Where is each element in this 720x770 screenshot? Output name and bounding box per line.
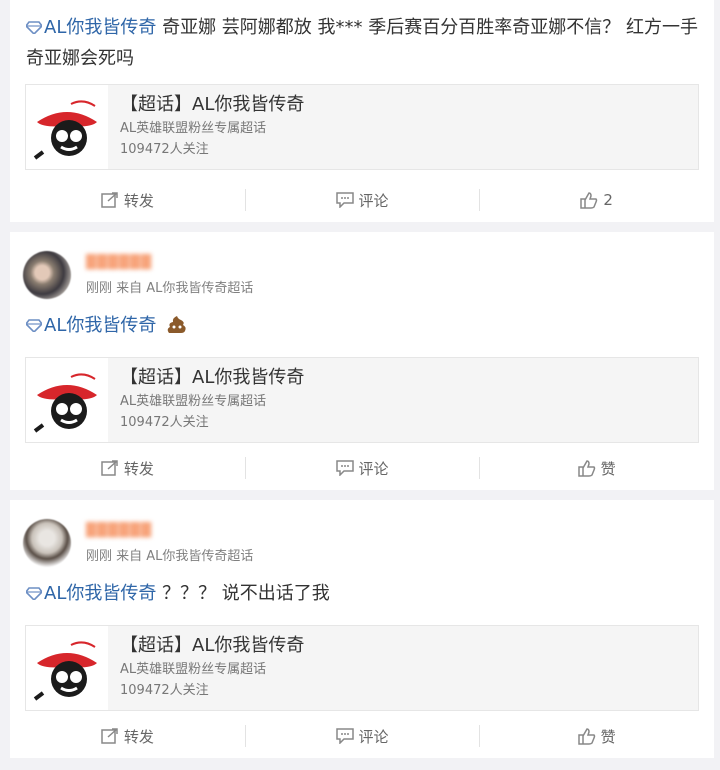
card-title: 【超话】AL你我皆传奇 bbox=[120, 94, 305, 115]
username[interactable]: ██████ bbox=[86, 523, 152, 539]
action-bar: 转发 评论 赞 bbox=[10, 446, 714, 490]
topic-link[interactable]: AL你我皆传奇 bbox=[26, 17, 156, 38]
card-desc: AL英雄联盟粉丝专属超话 bbox=[120, 662, 267, 677]
poop-icon bbox=[167, 316, 186, 333]
card-followers: 109472人关注 bbox=[120, 415, 209, 430]
repost-icon bbox=[101, 460, 118, 476]
like-button[interactable]: 赞 bbox=[479, 714, 714, 758]
card-followers: 109472人关注 bbox=[120, 142, 209, 157]
topic-logo bbox=[26, 626, 108, 710]
post-text: AL你我皆传奇 奇亚娜 芸阿娜都放 我*** 季后赛百分百胜率奇亚娜不信？ 红方… bbox=[26, 17, 698, 69]
feed-post: ██████ 刚刚 来自 AL你我皆传奇超话 AL你我皆传奇 ？？？ 说不出话了… bbox=[10, 500, 714, 758]
topic-logo bbox=[26, 358, 108, 442]
like-button[interactable]: 2 bbox=[479, 178, 714, 222]
feed-post: ██████ 刚刚 来自 AL你我皆传奇超话 AL你我皆传奇 【超话】AL你我皆… bbox=[10, 232, 714, 490]
action-bar: 转发 评论 赞 bbox=[10, 714, 714, 758]
comment-icon bbox=[335, 460, 354, 476]
feed-post: AL你我皆传奇 奇亚娜 芸阿娜都放 我*** 季后赛百分百胜率奇亚娜不信？ 红方… bbox=[10, 0, 714, 222]
post-text: AL你我皆传奇 ？？？ 说不出话了我 bbox=[10, 578, 714, 610]
diamond-icon bbox=[26, 319, 42, 332]
card-title: 【超话】AL你我皆传奇 bbox=[120, 367, 305, 388]
diamond-icon bbox=[26, 21, 42, 34]
card-desc: AL英雄联盟粉丝专属超话 bbox=[120, 394, 267, 409]
post-meta: 刚刚 来自 AL你我皆传奇超话 bbox=[86, 281, 254, 296]
post-text: AL你我皆传奇 bbox=[10, 310, 714, 342]
card-followers: 109472人关注 bbox=[120, 683, 209, 698]
repost-icon bbox=[101, 192, 118, 208]
topic-link[interactable]: AL你我皆传奇 bbox=[26, 583, 156, 604]
thumbs-up-icon bbox=[577, 459, 595, 477]
username[interactable]: ██████ bbox=[86, 255, 152, 271]
repost-button[interactable]: 转发 bbox=[10, 446, 245, 490]
super-topic-card[interactable]: 【超话】AL你我皆传奇 AL英雄联盟粉丝专属超话 109472人关注 bbox=[25, 357, 699, 443]
thumbs-up-icon bbox=[577, 727, 595, 745]
action-bar: 转发 评论 2 bbox=[10, 178, 714, 222]
topic-link[interactable]: AL你我皆传奇 bbox=[26, 315, 156, 336]
card-title: 【超话】AL你我皆传奇 bbox=[120, 635, 305, 656]
like-button[interactable]: 赞 bbox=[479, 446, 714, 490]
post-meta: 刚刚 来自 AL你我皆传奇超话 bbox=[86, 549, 254, 564]
comment-button[interactable]: 评论 bbox=[244, 178, 480, 222]
card-desc: AL英雄联盟粉丝专属超话 bbox=[120, 121, 267, 136]
comment-button[interactable]: 评论 bbox=[244, 446, 480, 490]
repost-button[interactable]: 转发 bbox=[10, 714, 245, 758]
avatar[interactable] bbox=[23, 251, 71, 299]
super-topic-card[interactable]: 【超话】AL你我皆传奇 AL英雄联盟粉丝专属超话 109472人关注 bbox=[25, 625, 699, 711]
repost-icon bbox=[101, 728, 118, 744]
comment-icon bbox=[335, 728, 354, 744]
comment-icon bbox=[335, 192, 354, 208]
avatar[interactable] bbox=[23, 519, 71, 567]
super-topic-card[interactable]: 【超话】AL你我皆传奇 AL英雄联盟粉丝专属超话 109472人关注 bbox=[25, 84, 699, 170]
topic-logo bbox=[26, 85, 108, 169]
thumbs-up-icon bbox=[580, 191, 598, 209]
comment-button[interactable]: 评论 bbox=[244, 714, 480, 758]
diamond-icon bbox=[26, 587, 42, 600]
repost-button[interactable]: 转发 bbox=[10, 178, 245, 222]
